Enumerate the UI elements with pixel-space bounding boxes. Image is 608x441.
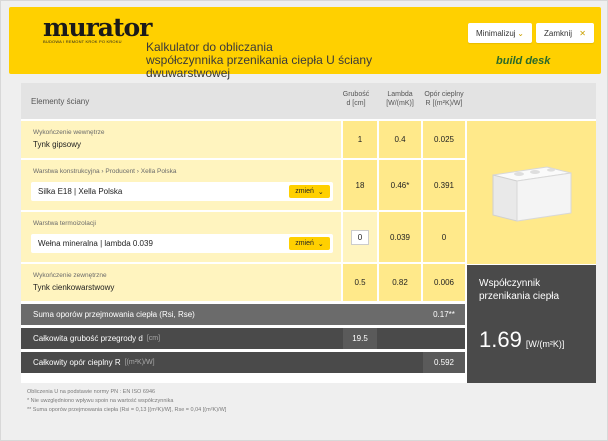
outer-resistance: 0.006	[423, 264, 465, 301]
title-line-2: współczynnika przenikania ciepła U ścian…	[146, 53, 373, 80]
logo-tagline: Budowa i remont krok po kroku	[43, 39, 122, 44]
chevron-down-icon: ⌄	[317, 240, 324, 248]
calculator-window: murator Budowa i remont krok po kroku Ka…	[0, 0, 608, 441]
insulation-resistance: 0	[423, 212, 465, 262]
resistance-header: Opór cieplny R [(m²K)/W]	[421, 90, 467, 108]
structural-change-button[interactable]: zmień ⌄	[289, 185, 330, 198]
row-structural: Warstwa konstrukcyjna › Producent › Xell…	[21, 160, 341, 210]
thickness-total-unit: [cm]	[146, 335, 161, 342]
lambda-header: Lambda [W/(mK)]	[379, 90, 421, 108]
u-result-box: Współczynnik przenikania ciepła 1.69 [W/(…	[467, 265, 596, 383]
structural-material-select[interactable]: Silka E18 | Xella Polska zmień ⌄	[31, 182, 333, 201]
resistance-header-line2: R [(m²K)/W]	[425, 100, 463, 107]
resistance-total-label: Całkowity opór cieplny R	[33, 358, 121, 367]
row-outer-main: Tynk cienkowarstwowy	[33, 283, 115, 292]
header-bar: murator Budowa i remont krok po kroku Ka…	[9, 7, 601, 80]
insulation-material-select[interactable]: Wełna mineralna | lambda 0.039 zmień ⌄	[31, 234, 333, 253]
close-button[interactable]: Zamknij ✕	[536, 23, 594, 43]
row-insulation-sub: Warstwa termoizolacji	[33, 220, 96, 227]
builddesk-logo: build desk	[496, 55, 551, 67]
lambda-header-line2: [W/(mK)]	[386, 100, 414, 107]
thickness-header: Grubość d [cm]	[339, 90, 373, 108]
rsi-value: 0.17**	[433, 310, 455, 319]
lambda-header-line1: Lambda	[387, 91, 413, 98]
inner-lambda: 0.4	[379, 121, 421, 158]
footnotes: Obliczenia U na podstawie normy PN : EN …	[27, 388, 226, 415]
u-result-value: 1.69	[479, 327, 522, 352]
row-outer-sub: Wykończenie zewnętrzne	[33, 272, 107, 279]
chevron-down-icon: ⌄	[317, 188, 324, 196]
u-result-value-wrap: 1.69 [W/(m²K)]	[479, 327, 564, 353]
structural-change-label: zmień	[295, 188, 314, 195]
note-surface-resistance: ** Suma oporów przejmowania ciepła (Rsi …	[27, 407, 227, 413]
structural-thickness: 18	[343, 160, 377, 210]
table-header: Elementy ściany Grubość d [cm] Lambda [W…	[21, 83, 596, 119]
thickness-total-label: Całkowita grubość przegrody d	[33, 334, 143, 343]
insulation-change-label: zmień	[295, 240, 314, 247]
insulation-lambda: 0.039	[379, 212, 421, 262]
outer-thickness: 0.5	[343, 264, 377, 301]
minimize-button[interactable]: Minimalizuj ⌄	[468, 23, 532, 43]
structural-material-value: Silka E18 | Xella Polska	[38, 187, 123, 196]
silicate-block-icon	[492, 165, 571, 222]
inner-resistance: 0.025	[423, 121, 465, 158]
insulation-thickness-cell: 0	[343, 212, 377, 262]
u-result-label: Współczynnik przenikania ciepła	[479, 278, 560, 302]
row-inner-main: Tynk gipsowy	[33, 140, 82, 149]
row-outer-finish: Wykończenie zewnętrzne Tynk cienkowarstw…	[21, 264, 341, 301]
note-standard: Obliczenia U na podstawie normy PN : EN …	[27, 389, 156, 395]
row-structural-breadcrumb: Warstwa konstrukcyjna › Producent › Xell…	[33, 168, 177, 175]
structural-resistance: 0.391	[423, 160, 465, 210]
resistance-total-value: 0.592	[423, 352, 465, 373]
inner-thickness: 1	[343, 121, 377, 158]
rsi-label: Suma oporów przejmowania ciepła (Rsi, Rs…	[33, 310, 195, 319]
resistance-total-unit: [(m²K)/W]	[124, 359, 155, 366]
logo-text: murator	[43, 13, 152, 42]
page-title: Kalkulator do obliczania współczynnika p…	[146, 41, 426, 80]
calculator-panel: Elementy ściany Grubość d [cm] Lambda [W…	[21, 83, 596, 383]
minimize-label: Minimalizuj	[476, 28, 516, 38]
thickness-total-value: 19.5	[343, 328, 377, 349]
minimize-icon: ⌄	[517, 28, 524, 38]
row-insulation: Warstwa termoizolacji Wełna mineralna | …	[21, 212, 341, 262]
structural-lambda: 0.46*	[379, 160, 421, 210]
summary-rsi-row: Suma oporów przejmowania ciepła (Rsi, Rs…	[21, 304, 465, 325]
thickness-header-line1: Grubość	[342, 91, 370, 98]
summary-thickness-row: Całkowita grubość przegrody d [cm]	[21, 328, 465, 349]
thickness-header-line2: d [cm]	[346, 100, 366, 107]
insulation-material-value: Wełna mineralna | lambda 0.039	[38, 239, 153, 248]
close-label: Zamknij	[544, 28, 573, 38]
insulation-change-button[interactable]: zmień ⌄	[289, 237, 330, 250]
block-image	[467, 121, 596, 264]
insulation-thickness-input[interactable]: 0	[351, 229, 369, 245]
murator-logo: murator Budowa i remont krok po kroku	[43, 13, 152, 65]
elements-header: Elementy ściany	[31, 97, 90, 106]
row-inner-sub: Wykończenie wewnętrze	[33, 129, 105, 136]
close-icon: ✕	[579, 28, 586, 38]
summary-resistance-row: Całkowity opór cieplny R [(m²K)/W]	[21, 352, 465, 373]
note-joints: * Nie uwzględniono wpływu spoin na warto…	[27, 398, 174, 404]
row-inner-finish: Wykończenie wewnętrze Tynk gipsowy	[21, 121, 341, 158]
u-result-unit: [W/(m²K)]	[525, 339, 565, 349]
outer-lambda: 0.82	[379, 264, 421, 301]
resistance-header-line1: Opór cieplny	[424, 91, 464, 98]
